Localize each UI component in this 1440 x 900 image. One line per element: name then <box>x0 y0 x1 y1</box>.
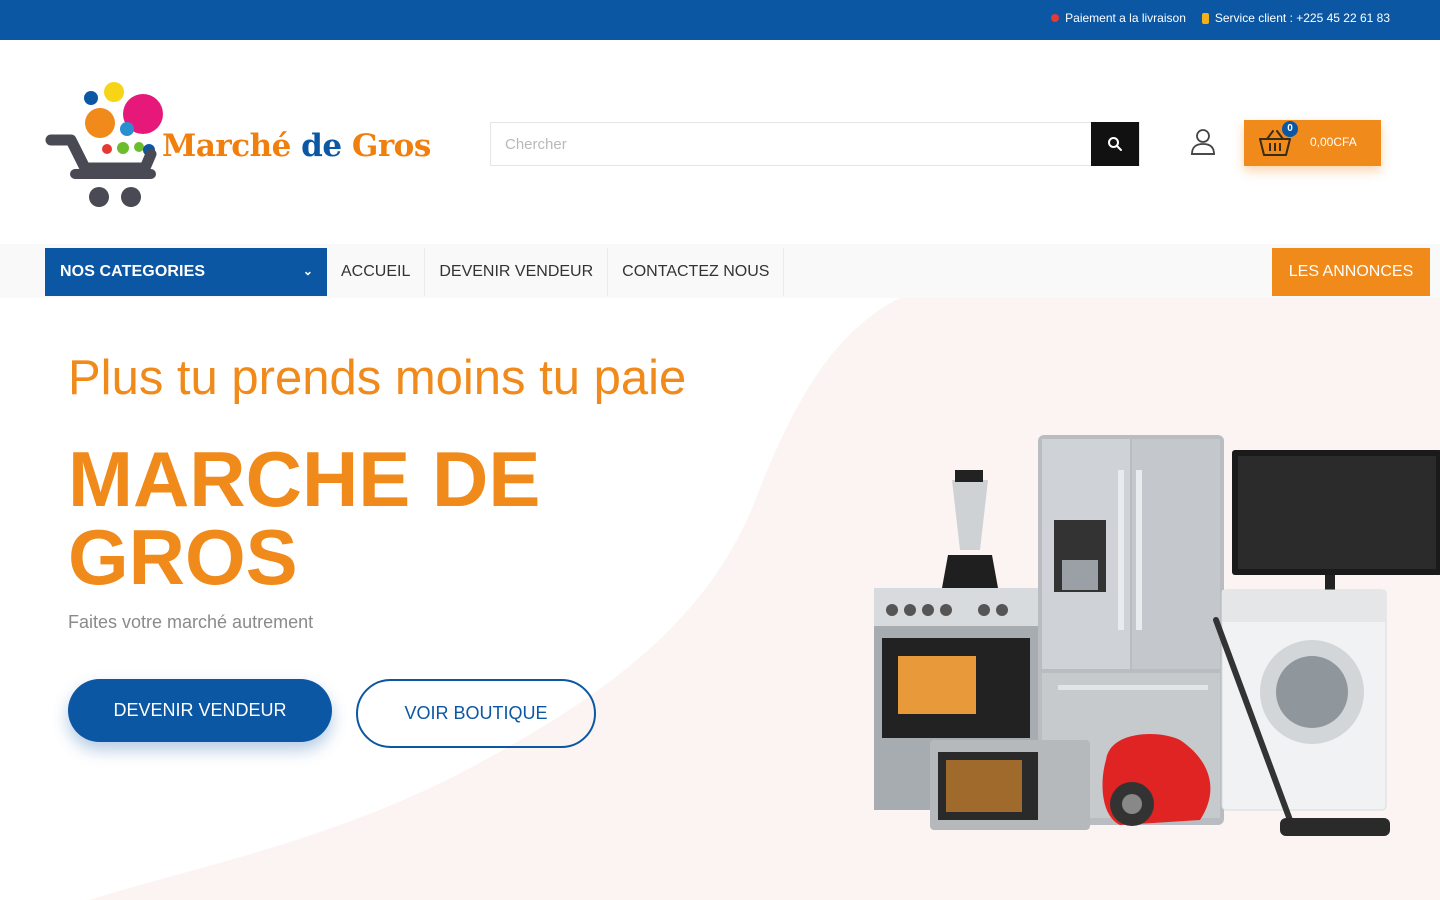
location-pin-icon <box>1051 14 1060 22</box>
main-nav: ACCUEIL DEVENIR VENDEUR CONTACTEZ NOUS <box>327 248 785 296</box>
user-icon <box>1191 129 1215 155</box>
search-button[interactable] <box>1091 122 1139 166</box>
categories-dropdown[interactable]: NOS CATEGORIES ⌄ <box>45 248 327 296</box>
site-logo[interactable]: Marché de Gros <box>45 80 445 215</box>
cart-count-badge: 0 <box>1282 121 1298 137</box>
account-button[interactable] <box>1186 125 1220 159</box>
service-text: Service client : +225 45 22 61 83 <box>1214 11 1390 25</box>
top-bar-info: Paiement a la livraison Service client :… <box>1051 11 1390 25</box>
hero-headline: MARCHE DE GROS <box>68 435 541 601</box>
payment-text: Paiement a la livraison <box>1065 11 1186 25</box>
payment-info: Paiement a la livraison <box>1051 11 1186 25</box>
annonces-button[interactable]: LES ANNONCES <box>1272 248 1430 296</box>
logo-text-marche: Marché <box>162 128 302 164</box>
logo-text: Marché de Gros <box>162 128 431 164</box>
chevron-down-icon: ⌄ <box>302 264 313 278</box>
phone-icon <box>1201 12 1209 24</box>
hero-subtitle: Faites votre marché autrement <box>68 612 314 632</box>
search-icon <box>1108 137 1122 151</box>
logo-cart-icon <box>45 82 163 207</box>
become-seller-button[interactable]: DEVENIR VENDEUR <box>68 679 332 742</box>
nav-item-devenir-vendeur[interactable]: DEVENIR VENDEUR <box>425 248 609 296</box>
nav-item-accueil[interactable]: ACCUEIL <box>327 248 426 296</box>
search-input[interactable] <box>491 123 1091 165</box>
categories-label: NOS CATEGORIES <box>60 263 206 280</box>
logo-text-de: de <box>301 128 342 164</box>
appliances-image <box>874 435 1440 836</box>
cart-amount: 0,00CFA <box>1310 135 1357 149</box>
view-shop-button[interactable]: VOIR BOUTIQUE <box>356 679 596 748</box>
hero-tagline: Plus tu prends moins tu paie <box>68 351 687 405</box>
logo-text-gros: Gros <box>341 128 431 164</box>
cart-button[interactable]: 0 0,00CFA <box>1244 120 1381 166</box>
search-bar <box>490 122 1140 166</box>
service-info: Service client : +225 45 22 61 83 <box>1201 11 1390 25</box>
top-bar: Paiement a la livraison Service client :… <box>0 0 1440 40</box>
nav-item-contactez-nous[interactable]: CONTACTEZ NOUS <box>608 248 785 296</box>
